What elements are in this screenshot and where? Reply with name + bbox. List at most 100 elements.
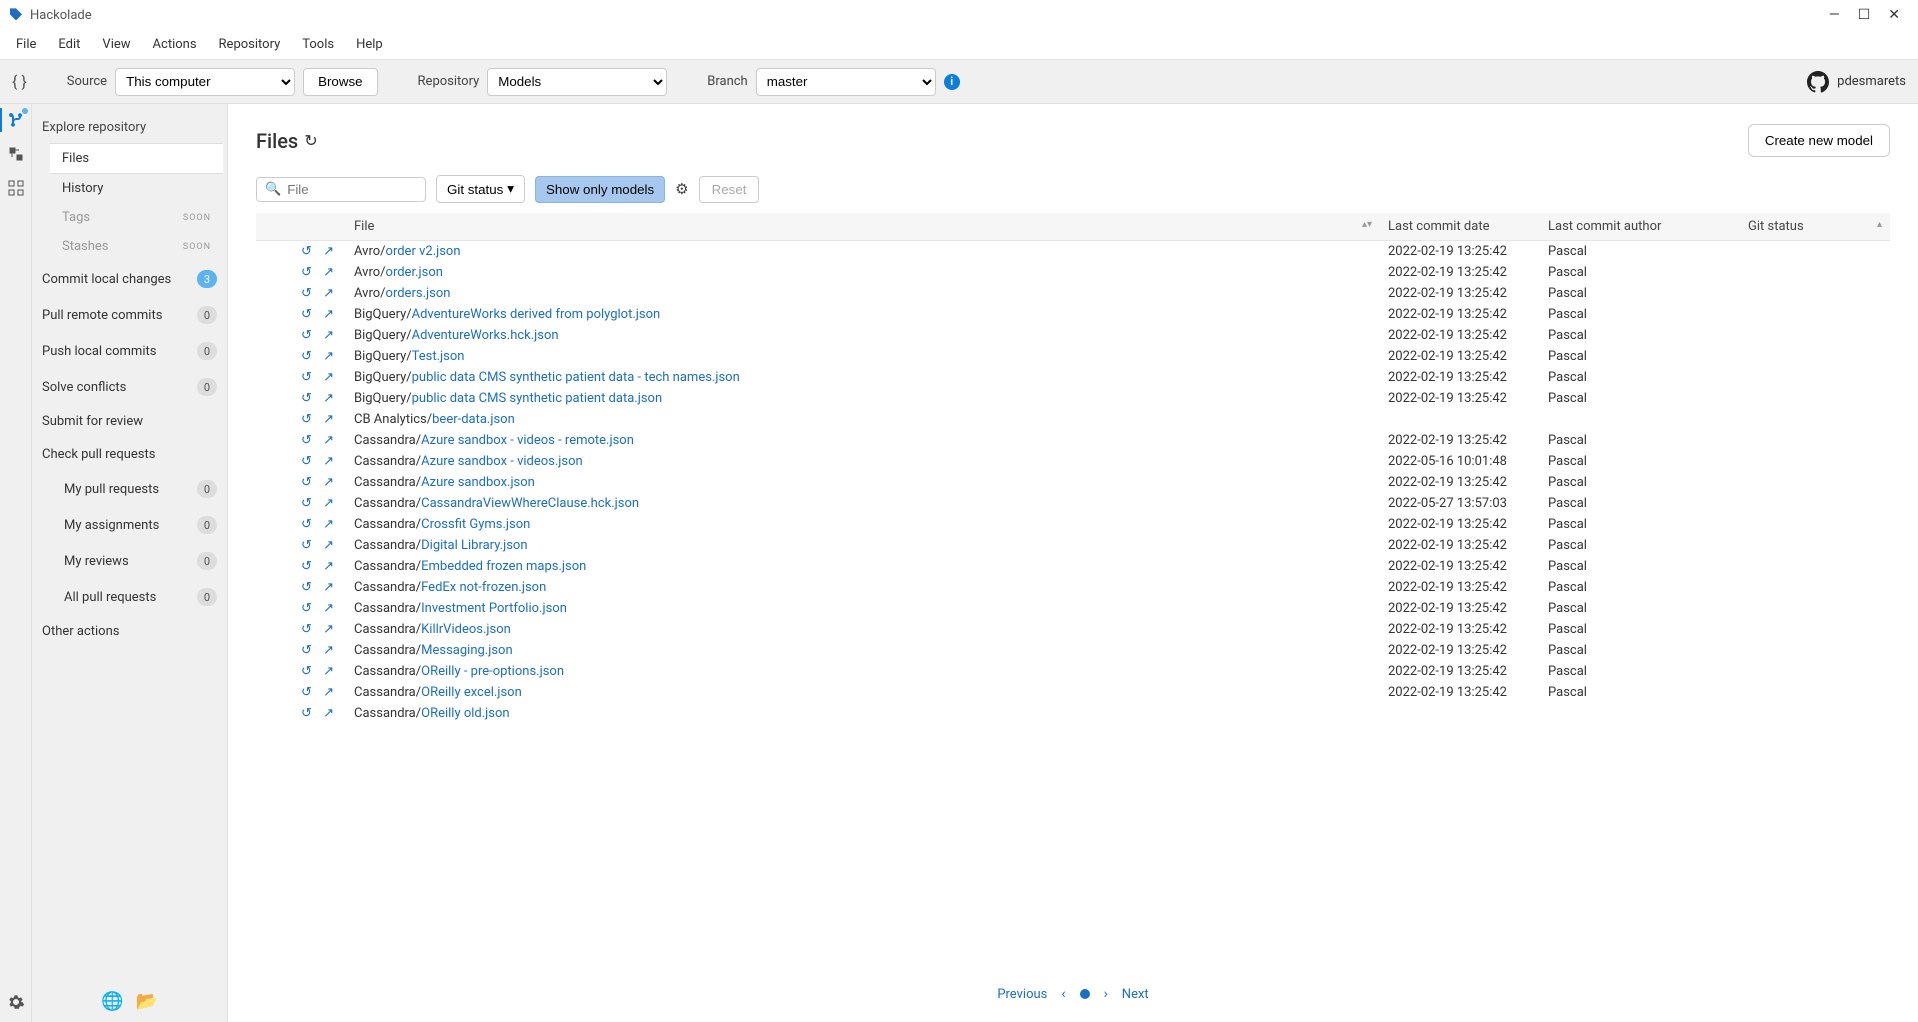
file-search[interactable]: 🔍 — [256, 177, 426, 202]
browse-button[interactable]: Browse — [303, 68, 377, 96]
refresh-icon[interactable]: ↻ — [304, 131, 317, 150]
history-icon[interactable]: ↺ — [301, 265, 312, 280]
open-external-icon[interactable]: ↗ — [323, 412, 334, 427]
history-icon[interactable]: ↺ — [301, 517, 312, 532]
history-icon[interactable]: ↺ — [301, 475, 312, 490]
history-icon[interactable]: ↺ — [301, 643, 312, 658]
history-icon[interactable]: ↺ — [301, 706, 312, 721]
sidebar-pr-my-reviews[interactable]: My reviews0 — [54, 543, 227, 579]
settings-icon[interactable] — [6, 992, 26, 1012]
open-external-icon[interactable]: ↗ — [323, 328, 334, 343]
sidebar-tab-files[interactable]: Files — [50, 143, 223, 174]
history-icon[interactable]: ↺ — [301, 685, 312, 700]
file-link[interactable]: public data CMS synthetic patient data.j… — [412, 391, 663, 406]
file-link[interactable]: Azure sandbox - videos.json — [421, 454, 583, 469]
file-search-input[interactable] — [287, 182, 417, 197]
open-external-icon[interactable]: ↗ — [323, 391, 334, 406]
sidebar-tab-history[interactable]: History — [50, 174, 223, 203]
file-link[interactable]: Crossfit Gyms.json — [421, 517, 530, 532]
file-link[interactable]: Embedded frozen maps.json — [421, 559, 586, 574]
show-only-models-toggle[interactable]: Show only models — [535, 176, 665, 203]
username[interactable]: pdesmarets — [1837, 74, 1906, 89]
open-external-icon[interactable]: ↗ — [323, 244, 334, 259]
file-link[interactable]: order v2.json — [386, 244, 461, 259]
globe-icon[interactable]: 🌐 — [101, 991, 123, 1012]
braces-icon[interactable]: { } — [12, 72, 27, 91]
history-icon[interactable]: ↺ — [301, 454, 312, 469]
open-external-icon[interactable]: ↗ — [323, 622, 334, 637]
file-link[interactable]: AdventureWorks derived from polyglot.jso… — [412, 307, 661, 322]
open-external-icon[interactable]: ↗ — [323, 349, 334, 364]
file-link[interactable]: Azure sandbox - videos - remote.json — [421, 433, 634, 448]
open-external-icon[interactable]: ↗ — [323, 286, 334, 301]
window-close-icon[interactable]: ✕ — [1888, 7, 1900, 23]
menu-edit[interactable]: Edit — [48, 34, 90, 55]
open-external-icon[interactable]: ↗ — [323, 559, 334, 574]
open-external-icon[interactable]: ↗ — [323, 475, 334, 490]
sidebar-action-commit-local-changes[interactable]: Commit local changes3 — [32, 261, 227, 297]
history-icon[interactable]: ↺ — [301, 433, 312, 448]
source-select[interactable]: This computer — [115, 68, 295, 96]
sidebar-pr-all-pull-requests[interactable]: All pull requests0 — [54, 579, 227, 615]
menu-actions[interactable]: Actions — [143, 34, 207, 55]
sidebar-pr-my-assignments[interactable]: My assignments0 — [54, 507, 227, 543]
sidebar-pr-my-pull-requests[interactable]: My pull requests0 — [54, 471, 227, 507]
file-link[interactable]: AdventureWorks.hck.json — [412, 328, 559, 343]
branch-icon[interactable] — [6, 110, 26, 130]
menu-tools[interactable]: Tools — [292, 34, 344, 55]
open-external-icon[interactable]: ↗ — [323, 706, 334, 721]
open-external-icon[interactable]: ↗ — [323, 517, 334, 532]
pager-next[interactable]: Next — [1122, 987, 1149, 1002]
history-icon[interactable]: ↺ — [301, 328, 312, 343]
gear-icon[interactable]: ⚙ — [675, 180, 688, 198]
branch-select[interactable]: master — [756, 68, 936, 96]
history-icon[interactable]: ↺ — [301, 349, 312, 364]
pager-previous[interactable]: Previous — [997, 987, 1047, 1002]
sidebar-other-actions[interactable]: Other actions — [32, 615, 227, 648]
menu-repository[interactable]: Repository — [209, 34, 291, 55]
open-external-icon[interactable]: ↗ — [323, 538, 334, 553]
chevron-right-icon[interactable]: › — [1104, 986, 1108, 1002]
file-link[interactable]: Test.json — [412, 349, 465, 364]
file-link[interactable]: CassandraViewWhereClause.hck.json — [421, 496, 639, 511]
sidebar-action-push-local-commits[interactable]: Push local commits0 — [32, 333, 227, 369]
history-icon[interactable]: ↺ — [301, 370, 312, 385]
history-icon[interactable]: ↺ — [301, 664, 312, 679]
history-icon[interactable]: ↺ — [301, 622, 312, 637]
open-external-icon[interactable]: ↗ — [323, 664, 334, 679]
sidebar-action-pull-remote-commits[interactable]: Pull remote commits0 — [32, 297, 227, 333]
window-minimize-icon[interactable]: — — [1829, 7, 1840, 23]
file-link[interactable]: Messaging.json — [421, 643, 513, 658]
open-external-icon[interactable]: ↗ — [323, 580, 334, 595]
file-link[interactable]: Digital Library.json — [421, 538, 527, 553]
open-external-icon[interactable]: ↗ — [323, 496, 334, 511]
sort-icon[interactable]: ▴▾ — [1362, 219, 1372, 230]
file-link[interactable]: OReilly - pre-options.json — [421, 664, 564, 679]
file-link[interactable]: order.json — [386, 265, 443, 280]
grid-icon[interactable] — [6, 178, 26, 198]
chevron-left-icon[interactable]: ‹ — [1061, 986, 1065, 1002]
sidebar-action-check-pull-requests[interactable]: Check pull requests — [32, 438, 227, 471]
history-icon[interactable]: ↺ — [301, 391, 312, 406]
file-link[interactable]: FedEx not-frozen.json — [421, 580, 546, 595]
file-link[interactable]: beer-data.json — [432, 412, 515, 427]
file-link[interactable]: OReilly old.json — [421, 706, 509, 721]
open-external-icon[interactable]: ↗ — [323, 265, 334, 280]
open-external-icon[interactable]: ↗ — [323, 643, 334, 658]
reset-button[interactable]: Reset — [699, 176, 760, 203]
history-icon[interactable]: ↺ — [301, 307, 312, 322]
repository-select[interactable]: Models — [487, 68, 667, 96]
file-link[interactable]: KillrVideos.json — [421, 622, 511, 637]
file-link[interactable]: orders.json — [386, 286, 451, 301]
file-link[interactable]: Azure sandbox.json — [421, 475, 535, 490]
sidebar-action-solve-conflicts[interactable]: Solve conflicts0 — [32, 369, 227, 405]
history-icon[interactable]: ↺ — [301, 601, 312, 616]
compare-icon[interactable] — [6, 144, 26, 164]
file-link[interactable]: public data CMS synthetic patient data -… — [412, 370, 740, 385]
file-link[interactable]: Investment Portfolio.json — [421, 601, 567, 616]
history-icon[interactable]: ↺ — [301, 580, 312, 595]
create-new-model-button[interactable]: Create new model — [1748, 124, 1890, 157]
open-external-icon[interactable]: ↗ — [323, 454, 334, 469]
open-external-icon[interactable]: ↗ — [323, 685, 334, 700]
file-link[interactable]: OReilly excel.json — [421, 685, 522, 700]
